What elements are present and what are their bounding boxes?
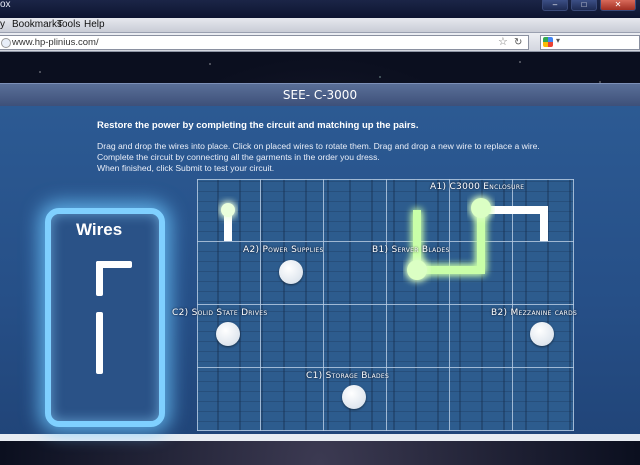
wires-title: Wires: [76, 220, 123, 239]
chevron-down-icon[interactable]: ▾: [556, 36, 560, 45]
window-title: ox: [0, 0, 11, 10]
menu-history[interactable]: y: [0, 19, 5, 30]
instruction-line: When finished, click Submit to test your…: [97, 163, 275, 173]
google-icon[interactable]: [543, 37, 553, 47]
headline: Restore the power by completing the circ…: [97, 120, 419, 131]
minimize-button[interactable]: –: [542, 0, 568, 11]
refresh-icon[interactable]: ↻: [514, 36, 522, 49]
wire-piece-corner-side[interactable]: [96, 261, 103, 296]
circuit-board[interactable]: [197, 179, 574, 431]
powered-node: [471, 198, 491, 218]
node-c2[interactable]: [216, 322, 240, 346]
powered-wire: [413, 210, 485, 274]
window-titlebar: ox – □ ✕: [0, 0, 640, 18]
navigation-bar: www.hp-plinius.com/ ☆ ↻ ▾: [0, 33, 640, 52]
maximize-button[interactable]: □: [571, 0, 597, 11]
instruction-line: Drag and drop the wires into place. Clic…: [97, 141, 540, 151]
url-text: www.hp-plinius.com/: [12, 37, 99, 48]
node-label-a1: A1) C3000 Enclosure: [430, 182, 525, 192]
menubar: y Bookmarks Tools Help: [0, 18, 640, 33]
node-label-a2: A2) Power Supplies: [243, 245, 324, 255]
star-icon[interactable]: ☆: [498, 36, 508, 49]
menu-tools[interactable]: Tools: [57, 19, 80, 30]
node-label-b2: B2) Mezzanine cards: [491, 308, 578, 318]
wire-piece-straight[interactable]: [96, 312, 103, 374]
powered-node: [221, 203, 235, 217]
node-c1[interactable]: [342, 385, 366, 409]
app-title: SEE- C-3000: [0, 83, 640, 107]
app-footer-strip: [0, 434, 640, 441]
window-controls: – □ ✕: [542, 0, 636, 11]
node-a2[interactable]: [279, 260, 303, 284]
powered-node: [407, 260, 427, 280]
node-label-c2: C2) Solid State Drives: [172, 308, 268, 318]
address-bar[interactable]: www.hp-plinius.com/ ☆ ↻: [0, 35, 529, 50]
wires-palette: [45, 208, 165, 427]
menu-bookmarks[interactable]: Bookmarks: [12, 19, 62, 30]
menu-help[interactable]: Help: [84, 19, 105, 30]
wire-segment: [481, 206, 548, 241]
search-bar[interactable]: ▾: [540, 35, 640, 50]
site-favicon-icon: [1, 38, 11, 48]
node-label-c1: C1) Storage Blades: [306, 371, 390, 381]
circuit-wires: [221, 198, 548, 280]
instruction-line: Complete the circuit by connecting all t…: [97, 152, 380, 162]
node-label-b1: B1) Server Blades: [372, 245, 450, 255]
node-b2[interactable]: [530, 322, 554, 346]
close-button[interactable]: ✕: [600, 0, 636, 11]
